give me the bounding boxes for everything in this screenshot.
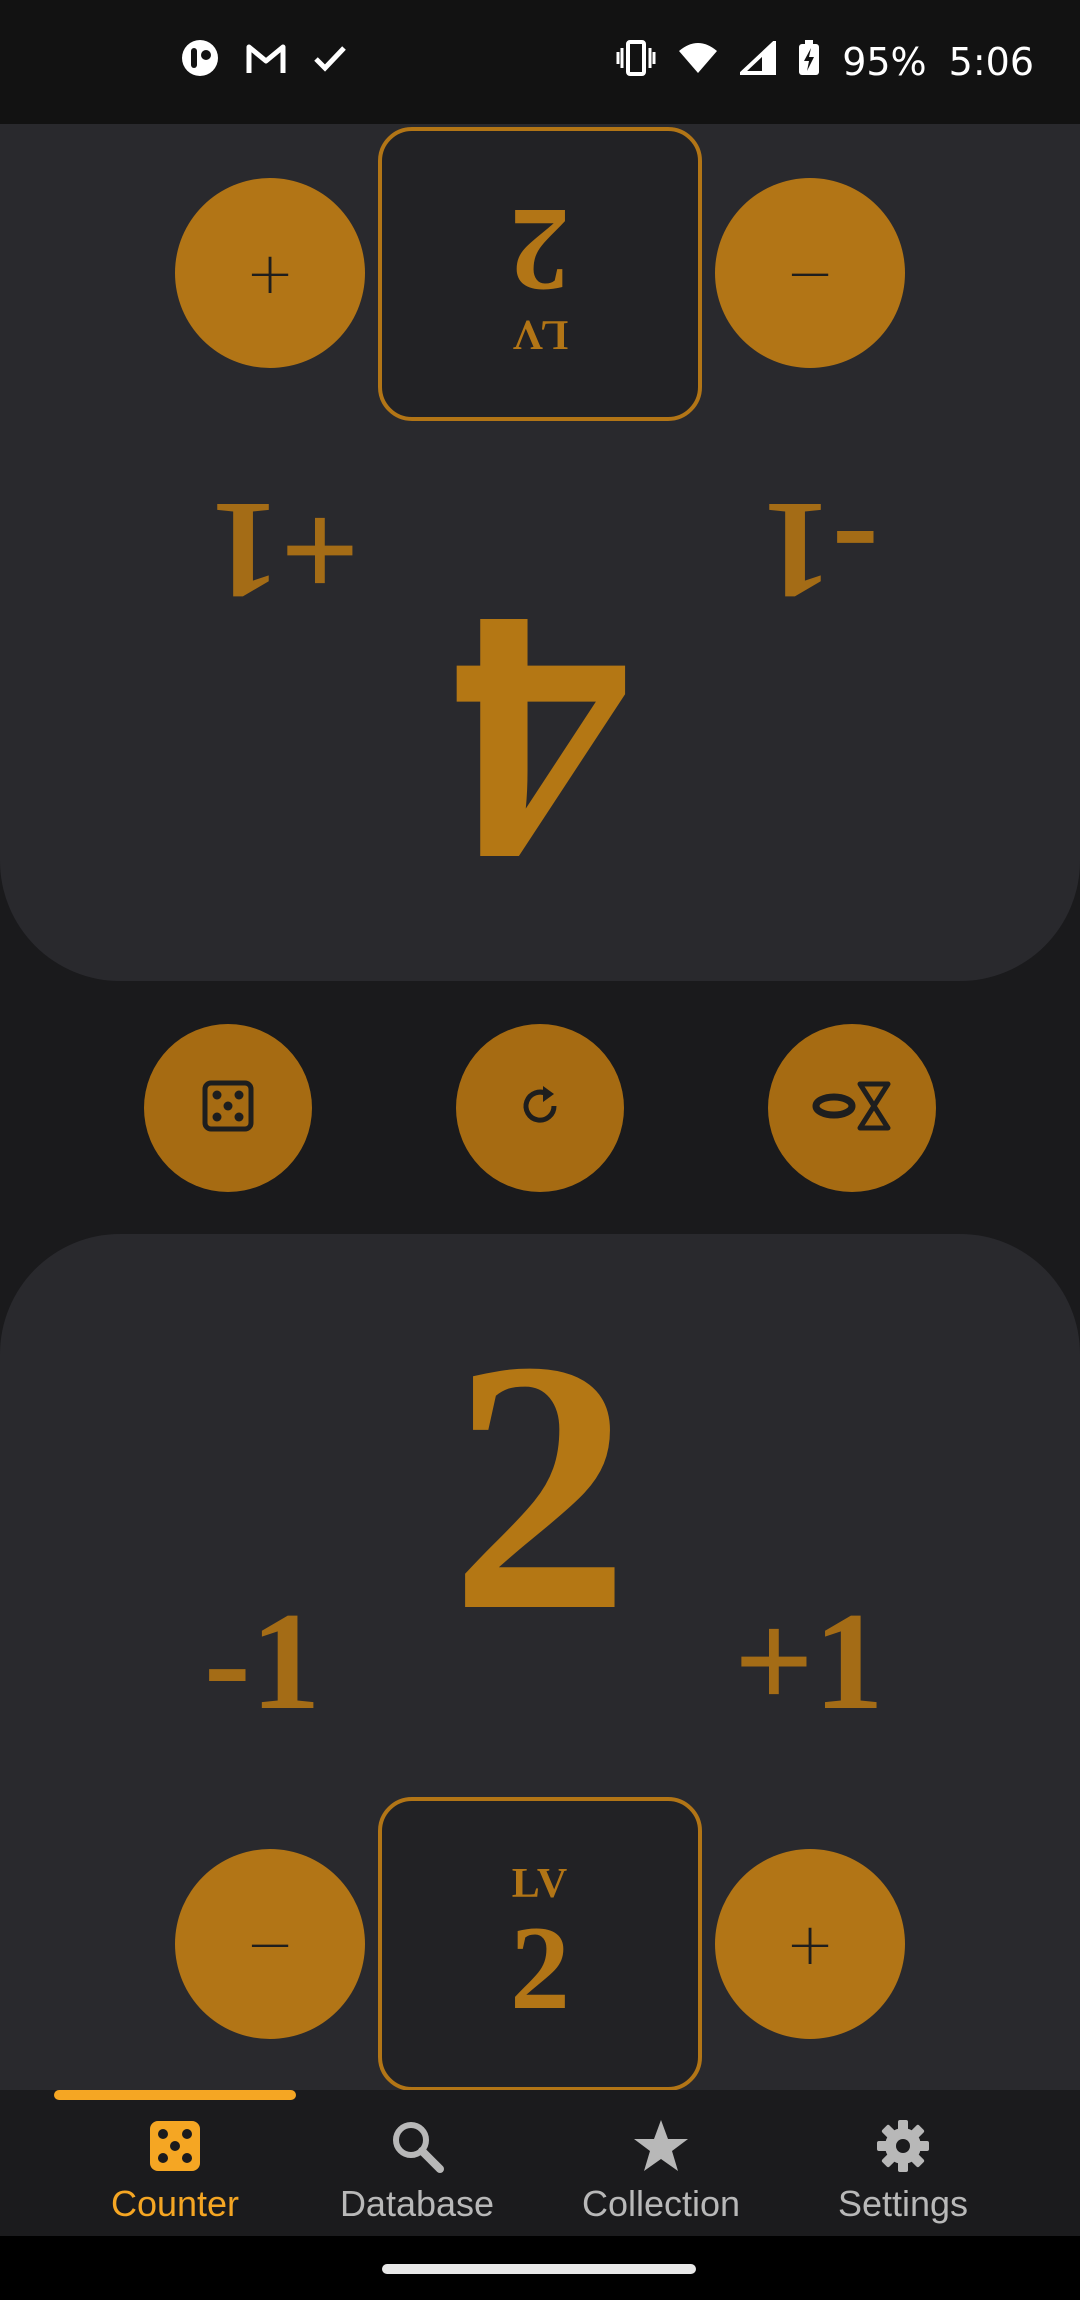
player-plus-one-button[interactable]: +1 [734,1592,884,1732]
opponent-plus-one-button[interactable]: +1 [210,473,360,628]
home-gesture-handle[interactable] [382,2264,696,2274]
player-level-value: 2 [510,1901,570,2034]
player-minus-one-button[interactable]: -1 [204,1592,321,1732]
dice-icon [147,2118,203,2179]
nav-item-counter[interactable]: Counter [55,2118,295,2228]
check-icon [312,43,348,78]
nav-item-database[interactable]: Database [297,2118,537,2228]
timer-button[interactable] [768,1024,936,1192]
player-level-box[interactable]: LV 2 [378,1797,702,2091]
opponent-level-plus-button[interactable]: + [175,178,365,368]
player-level-plus-button[interactable]: + [715,1849,905,2039]
dice-button[interactable] [144,1024,312,1192]
player-level-minus-button[interactable]: − [175,1849,365,2039]
minus-label: − [245,1910,295,1978]
minus-label: − [785,239,835,307]
battery-charging-icon [798,39,820,85]
player-life-counter: 2 [450,1286,630,1685]
status-bar: 95% 5:06 [0,0,1080,124]
wifi-icon [678,40,718,84]
opponent-level-box[interactable]: LV 2 [378,127,702,421]
reset-button[interactable] [456,1024,624,1192]
opponent-level-label: LV [511,311,569,357]
opponent-minus-one-button[interactable]: -1 [762,473,879,628]
timer-icon [812,1080,892,1136]
nav-label-settings: Settings [837,2183,969,2224]
battery-percentage: 95% [842,40,927,84]
active-tab-indicator [54,2090,296,2100]
nav-label-database: Database [339,2183,495,2224]
star-icon [632,2118,690,2179]
opponent-level-minus-button[interactable]: − [715,178,905,368]
signal-icon [737,38,777,84]
nav-label-counter: Counter [110,2183,240,2224]
plus-label: + [245,239,295,307]
nav-item-collection[interactable]: Collection [541,2118,781,2228]
plus-label: + [785,1910,835,1978]
gmail-icon [246,41,286,80]
clock-time: 5:06 [948,40,1034,84]
app-notification-icon [180,38,220,83]
reset-icon [516,1082,564,1134]
nav-item-settings[interactable]: Settings [783,2118,1023,2228]
gear-icon [875,2118,931,2179]
opponent-life-counter: 4 [450,541,630,940]
nav-label-collection: Collection [581,2183,741,2224]
vibrate-icon [616,39,656,85]
search-icon [389,2118,445,2179]
dice-icon [202,1080,254,1136]
opponent-level-value: 2 [510,184,570,317]
